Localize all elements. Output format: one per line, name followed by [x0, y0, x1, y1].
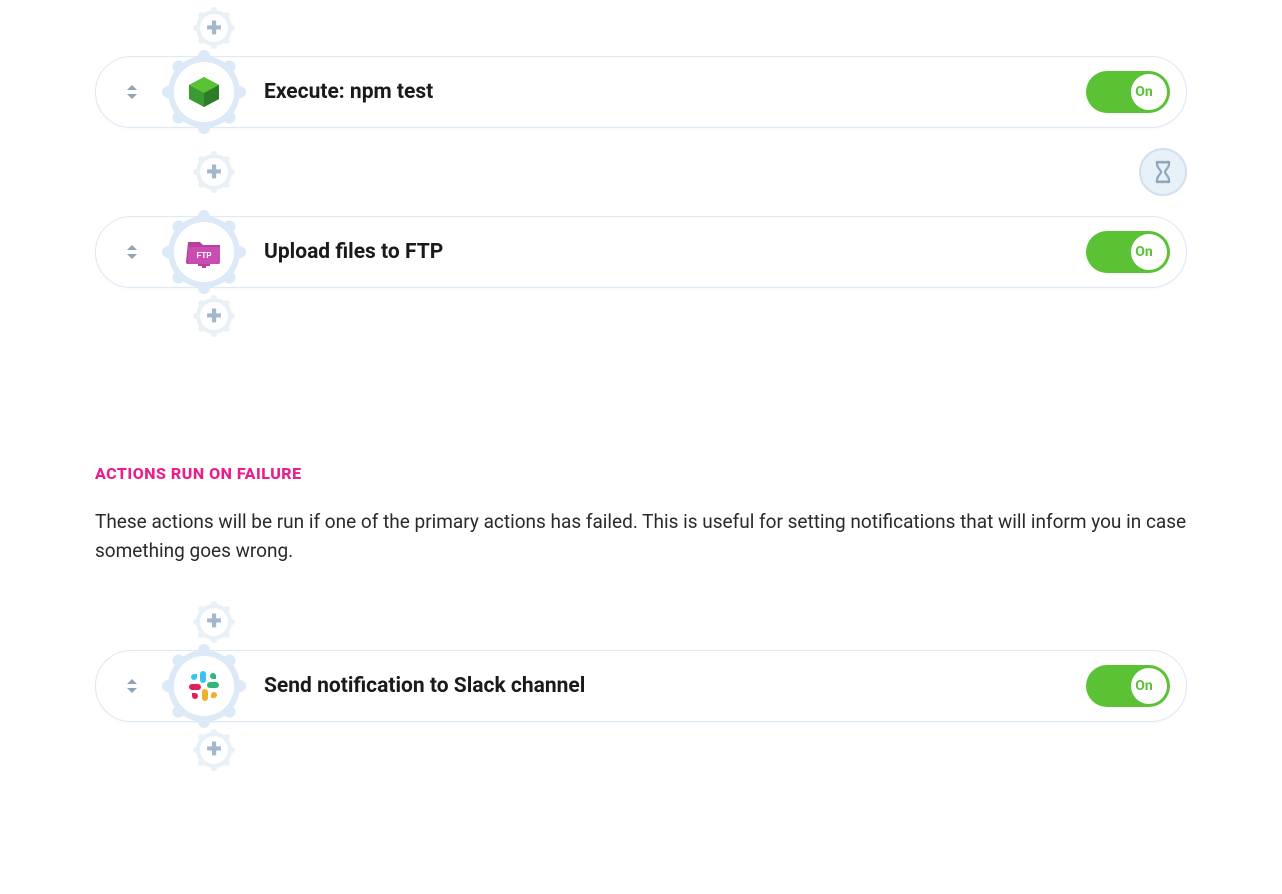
action-row-slack[interactable]: Send notification to Slack channel On — [95, 650, 1187, 722]
action-icon-wrap — [162, 50, 246, 134]
drag-handle[interactable] — [96, 82, 168, 102]
toggle-label: On — [1126, 84, 1162, 100]
action-title: Execute: npm test — [264, 80, 1086, 104]
add-action-connector[interactable]: ✚ — [192, 600, 236, 644]
failure-section-heading: ACTIONS RUN ON FAILURE — [95, 464, 1187, 483]
action-icon-wrap — [162, 644, 246, 728]
slack-icon — [186, 668, 222, 704]
add-action-connector[interactable]: ✚ — [192, 294, 236, 338]
wait-badge[interactable] — [1139, 148, 1187, 196]
add-action-connector[interactable]: ✚ — [192, 150, 236, 194]
action-icon-wrap: FTP — [162, 210, 246, 294]
toggle-label: On — [1126, 678, 1162, 694]
toggle-label: On — [1126, 244, 1162, 260]
action-title: Upload files to FTP — [264, 240, 1086, 264]
plus-icon: ✚ — [206, 306, 221, 327]
svg-text:FTP: FTP — [196, 251, 212, 260]
plus-icon: ✚ — [206, 739, 221, 760]
action-title: Send notification to Slack channel — [264, 674, 1086, 698]
hourglass-icon — [1153, 160, 1173, 184]
npm-icon — [185, 73, 223, 111]
plus-icon: ✚ — [206, 18, 221, 39]
failure-section-description: These actions will be run if one of the … — [95, 507, 1187, 566]
ftp-icon: FTP — [184, 234, 224, 270]
plus-icon: ✚ — [206, 162, 221, 183]
drag-handle[interactable] — [96, 676, 168, 696]
toggle-switch[interactable]: On — [1086, 231, 1170, 273]
add-action-connector[interactable]: ✚ — [192, 6, 236, 50]
toggle-switch[interactable]: On — [1086, 665, 1170, 707]
add-action-connector[interactable]: ✚ — [192, 728, 236, 772]
action-row-npm-test[interactable]: Execute: npm test On — [95, 56, 1187, 128]
toggle-switch[interactable]: On — [1086, 71, 1170, 113]
drag-handle[interactable] — [96, 242, 168, 262]
action-row-ftp[interactable]: FTP Upload files to FTP On — [95, 216, 1187, 288]
plus-icon: ✚ — [206, 611, 221, 632]
